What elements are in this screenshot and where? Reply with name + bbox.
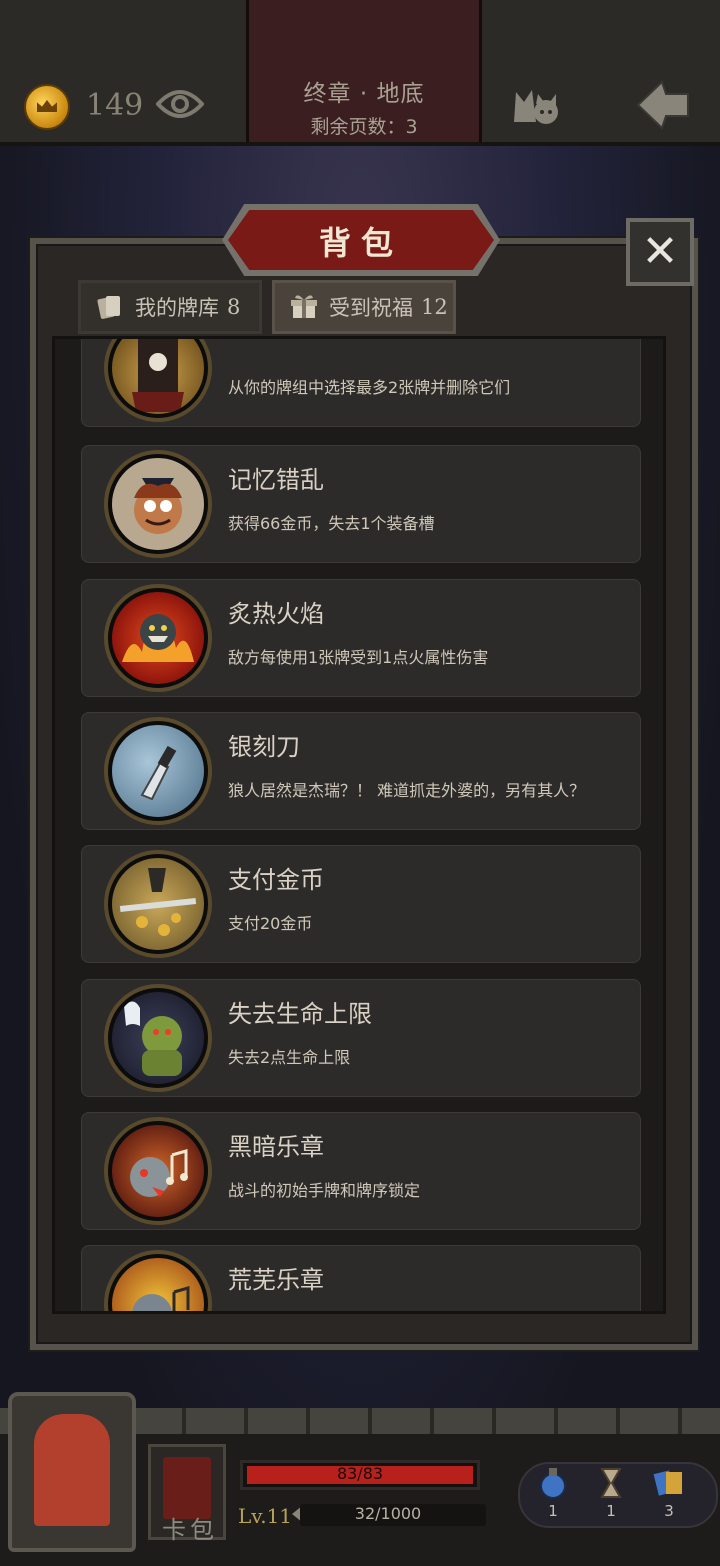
fire-monster-icon	[108, 588, 208, 688]
panel-title: 背包	[318, 224, 403, 262]
cats-icon[interactable]	[510, 82, 560, 126]
potion-icon[interactable]	[536, 1466, 570, 1500]
tab-blessings-count: 12	[421, 295, 448, 319]
list-item[interactable]: 记忆错乱 获得66金币，失去1个装备槽	[81, 445, 641, 563]
item-name: 黑暗乐章	[228, 1133, 324, 1161]
back-arrow-icon[interactable]	[636, 80, 690, 130]
close-button[interactable]: ✕	[626, 218, 694, 286]
hero-portrait[interactable]	[8, 1392, 136, 1552]
blessing-list-area[interactable]: 从你的牌组中选择最多2张牌并删除它们 记忆错乱 获得66金币，失去1个装备槽 炙…	[52, 336, 666, 1314]
item-desc: 获得66金币，失去1个装备槽	[228, 514, 435, 533]
item-name: 记忆错乱	[228, 466, 324, 494]
level-label: Lv.11	[238, 1504, 293, 1528]
crazy-man-icon	[108, 454, 208, 554]
tab-my-deck[interactable]: 我的牌库 8	[78, 280, 262, 334]
tab-blessings-label: 受到祝福	[329, 296, 413, 320]
pages-left: 剩余页数：3	[310, 116, 418, 138]
list-item[interactable]: 黑暗乐章 战斗的初始手牌和牌序锁定	[81, 1112, 641, 1230]
chapter-title: 终章 · 地底	[303, 81, 425, 107]
list-item[interactable]: 失去生命上限 失去2点生命上限	[81, 979, 641, 1097]
list-item[interactable]: 银刻刀 狼人居然是杰瑞？！ 难道抓走外婆的，另有其人？	[81, 712, 641, 830]
item-name: 炙热火焰	[228, 600, 324, 628]
silver-knife-icon	[108, 721, 208, 821]
cards-icon[interactable]	[652, 1466, 686, 1500]
tab-my-deck-label: 我的牌库	[135, 296, 219, 320]
item-name: 失去生命上限	[228, 1000, 372, 1028]
item-desc: 失去2点生命上限	[228, 1048, 351, 1067]
list-item[interactable]: 支付金币 支付20金币	[81, 845, 641, 963]
gold-count: 149	[86, 88, 144, 123]
tab-my-deck-count: 8	[227, 295, 241, 319]
item-desc: 敌方每使用1张牌受到1点火属性伤害	[228, 648, 489, 667]
list-item[interactable]: 荒芜乐章	[81, 1245, 641, 1311]
item-desc: 从你的牌组中选择最多2张牌并删除它们	[228, 378, 511, 397]
item-name: 荒芜乐章	[228, 1266, 324, 1294]
card-pack-label: 卡包	[162, 1516, 218, 1544]
gold-sword-icon	[108, 854, 208, 954]
eye-icon[interactable]	[156, 86, 204, 122]
list-item[interactable]: 炙热火焰 敌方每使用1张牌受到1点火属性伤害	[81, 579, 641, 697]
hourglass-count: 1	[606, 1502, 616, 1520]
top-bar: 149 终章 · 地底 剩余页数：3	[0, 0, 720, 146]
item-desc: 支付20金币	[228, 914, 313, 933]
gold-coin-icon	[24, 84, 70, 130]
dark-music-icon	[108, 1121, 208, 1221]
close-icon: ✕	[641, 226, 679, 277]
cards-count: 3	[664, 1502, 674, 1520]
hourglass-icon[interactable]	[594, 1466, 628, 1500]
fist-icon	[34, 1414, 110, 1526]
ghost-orc-icon	[108, 988, 208, 1088]
potion-count: 1	[548, 1502, 558, 1520]
list-item[interactable]: 从你的牌组中选择最多2张牌并删除它们	[81, 339, 641, 427]
item-desc: 战斗的初始手牌和牌序锁定	[228, 1181, 421, 1200]
item-name: 银刻刀	[228, 733, 300, 761]
hp-text: 83/83	[336, 1464, 384, 1483]
tab-blessings[interactable]: 受到祝福 12	[272, 280, 456, 334]
chapter-box: 终章 · 地底 剩余页数：3	[246, 0, 482, 142]
item-name: 支付金币	[228, 866, 324, 894]
xp-text: 32/1000	[354, 1504, 422, 1523]
gift-icon	[291, 295, 317, 318]
cards-tab-icon	[97, 296, 120, 319]
item-desc: 狼人居然是杰瑞？！ 难道抓走外婆的，另有其人？	[228, 781, 586, 800]
